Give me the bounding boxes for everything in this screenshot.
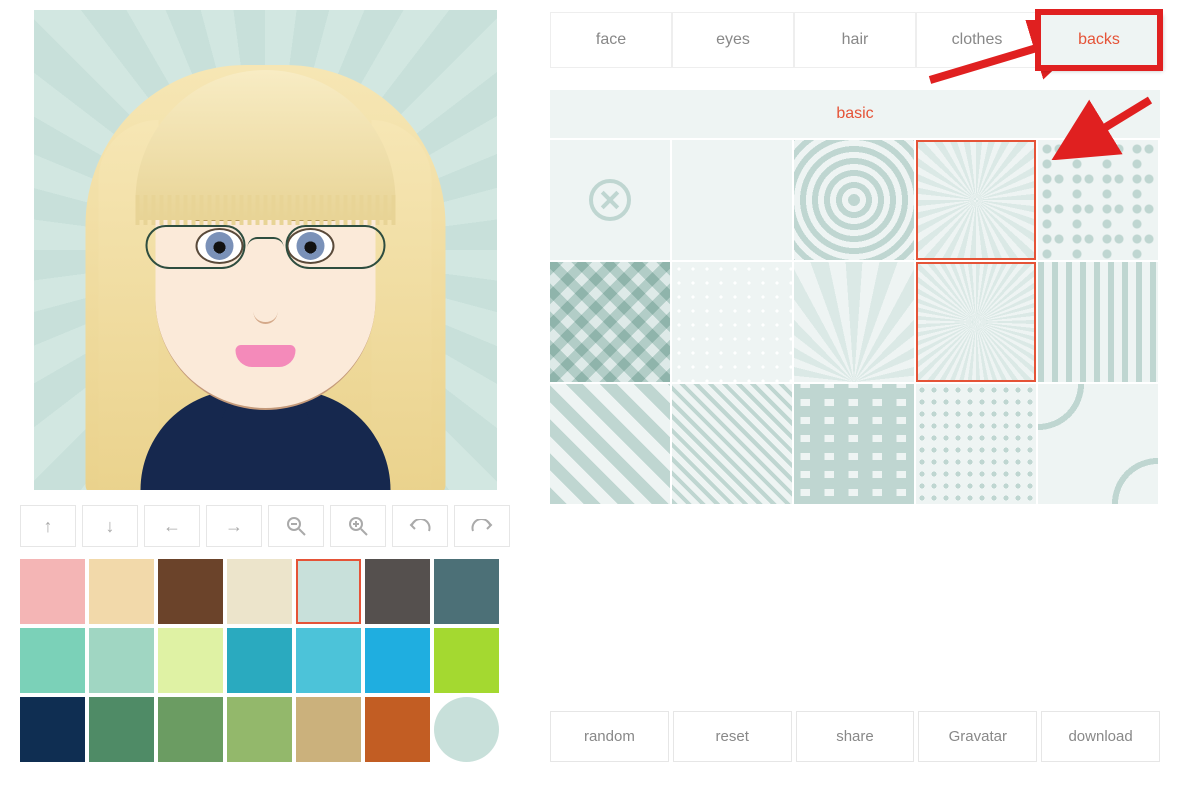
tab-face[interactable]: face xyxy=(550,12,672,68)
zoom-in-button[interactable] xyxy=(330,505,386,547)
zoom-in-icon xyxy=(348,516,368,536)
redo-button[interactable] xyxy=(454,505,510,547)
pattern-rays-bottom[interactable] xyxy=(794,262,914,382)
move-right-button[interactable]: → xyxy=(206,505,262,547)
category-tabs: faceeyeshairclothesbacks xyxy=(550,10,1160,70)
share-button[interactable]: share xyxy=(796,711,915,762)
pattern-hearts[interactable] xyxy=(1038,140,1158,260)
pattern-circles[interactable] xyxy=(794,140,914,260)
color-swatch[interactable] xyxy=(296,559,361,624)
arrow-right-icon: → xyxy=(225,516,243,537)
tab-clothes[interactable]: clothes xyxy=(916,12,1038,68)
color-swatch[interactable] xyxy=(20,697,85,762)
color-palette xyxy=(20,559,510,762)
color-swatch[interactable] xyxy=(20,628,85,693)
color-swatch[interactable] xyxy=(365,628,430,693)
tab-hair[interactable]: hair xyxy=(794,12,916,68)
color-swatch[interactable] xyxy=(227,628,292,693)
pattern-grid xyxy=(550,140,1160,504)
move-left-button[interactable]: ← xyxy=(144,505,200,547)
gravatar-button[interactable]: Gravatar xyxy=(918,711,1037,762)
action-bar: randomresetshareGravatardownload xyxy=(550,711,1160,762)
pattern-stars[interactable] xyxy=(672,262,792,382)
tab-backs[interactable]: backs xyxy=(1038,12,1160,68)
color-swatch[interactable] xyxy=(227,697,292,762)
color-swatch[interactable] xyxy=(89,697,154,762)
color-swatch[interactable] xyxy=(20,559,85,624)
move-down-button[interactable]: ↓ xyxy=(82,505,138,547)
arrow-down-icon: ↓ xyxy=(106,516,115,537)
pattern-diag[interactable] xyxy=(550,384,670,504)
color-swatch[interactable] xyxy=(365,697,430,762)
color-swatch[interactable] xyxy=(89,559,154,624)
color-swatch[interactable] xyxy=(158,697,223,762)
pattern-argyle[interactable] xyxy=(550,262,670,382)
pattern-curves[interactable] xyxy=(1038,384,1158,504)
subtab-basic[interactable]: basic xyxy=(550,105,1160,123)
subcategory-tabs: basic xyxy=(550,90,1160,138)
color-swatch[interactable] xyxy=(158,559,223,624)
pattern-rays-thin[interactable] xyxy=(916,140,1036,260)
download-button[interactable]: download xyxy=(1041,711,1160,762)
pattern-none[interactable] xyxy=(550,140,670,260)
color-swatch[interactable] xyxy=(89,628,154,693)
color-swatch[interactable] xyxy=(434,559,499,624)
pattern-stripes-v[interactable] xyxy=(1038,262,1158,382)
zoom-out-icon xyxy=(286,516,306,536)
color-swatch[interactable] xyxy=(296,697,361,762)
reset-button[interactable]: reset xyxy=(673,711,792,762)
color-swatch[interactable] xyxy=(296,628,361,693)
color-swatch[interactable] xyxy=(434,628,499,693)
arrow-left-icon: ← xyxy=(163,516,181,537)
zoom-out-button[interactable] xyxy=(268,505,324,547)
pattern-diag-thin[interactable] xyxy=(672,384,792,504)
pattern-squares[interactable] xyxy=(794,384,914,504)
pattern-rays-center[interactable] xyxy=(916,262,1036,382)
color-swatch[interactable] xyxy=(227,559,292,624)
tab-eyes[interactable]: eyes xyxy=(672,12,794,68)
current-color-indicator xyxy=(434,697,499,762)
random-button[interactable]: random xyxy=(550,711,669,762)
move-up-button[interactable]: ↑ xyxy=(20,505,76,547)
undo-button[interactable] xyxy=(392,505,448,547)
color-swatch[interactable] xyxy=(365,559,430,624)
undo-icon xyxy=(409,519,431,533)
redo-icon xyxy=(471,519,493,533)
pattern-dots[interactable] xyxy=(916,384,1036,504)
arrow-up-icon: ↑ xyxy=(44,516,53,537)
preview-toolbar: ↑ ↓ ← → xyxy=(20,505,510,547)
pattern-solid[interactable] xyxy=(672,140,792,260)
clear-icon xyxy=(589,179,631,221)
avatar-preview xyxy=(34,10,497,490)
color-swatch[interactable] xyxy=(158,628,223,693)
